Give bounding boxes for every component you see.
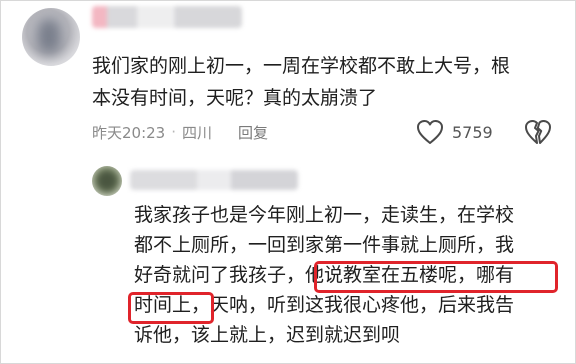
reply-line-1: 我家孩子也是今年刚上初一，走读生，在学校	[134, 204, 515, 226]
commenter-username-blurred[interactable]	[92, 6, 242, 28]
like-button[interactable]: 5759	[416, 118, 493, 146]
comment-time: 昨天20:23	[92, 123, 166, 142]
highlight-box-1	[314, 261, 558, 293]
broken-heart-outline-icon	[525, 120, 551, 144]
comment-location: 四川	[182, 123, 213, 142]
comment-line-1: 我们家的刚上初一，一周在学校都不敢上大号，根	[92, 55, 511, 77]
dislike-button[interactable]	[524, 118, 552, 146]
meta-separator: ·	[171, 123, 177, 141]
reply-line-2: 都不上厕所，一回到家第一件事就上厕所，我	[134, 234, 515, 256]
reply-line-5: 诉他，该上就上，迟到就迟到呗	[134, 324, 401, 346]
comment-line-2: 本没有时间，天呢？真的太崩溃了	[92, 87, 378, 109]
heart-outline-icon	[417, 120, 443, 144]
replier-avatar[interactable]	[92, 166, 122, 196]
reply-button[interactable]: 回复	[238, 122, 268, 143]
comment-text: 我们家的刚上初一，一周在学校都不敢上大号，根 本没有时间，天呢？真的太崩溃了	[92, 50, 562, 114]
like-count: 5759	[452, 122, 493, 142]
commenter-avatar[interactable]	[22, 8, 80, 66]
replier-username-blurred[interactable]	[130, 170, 298, 190]
highlight-box-2	[128, 292, 214, 324]
comment-meta: 昨天20:23 · 四川 回复	[92, 120, 268, 144]
